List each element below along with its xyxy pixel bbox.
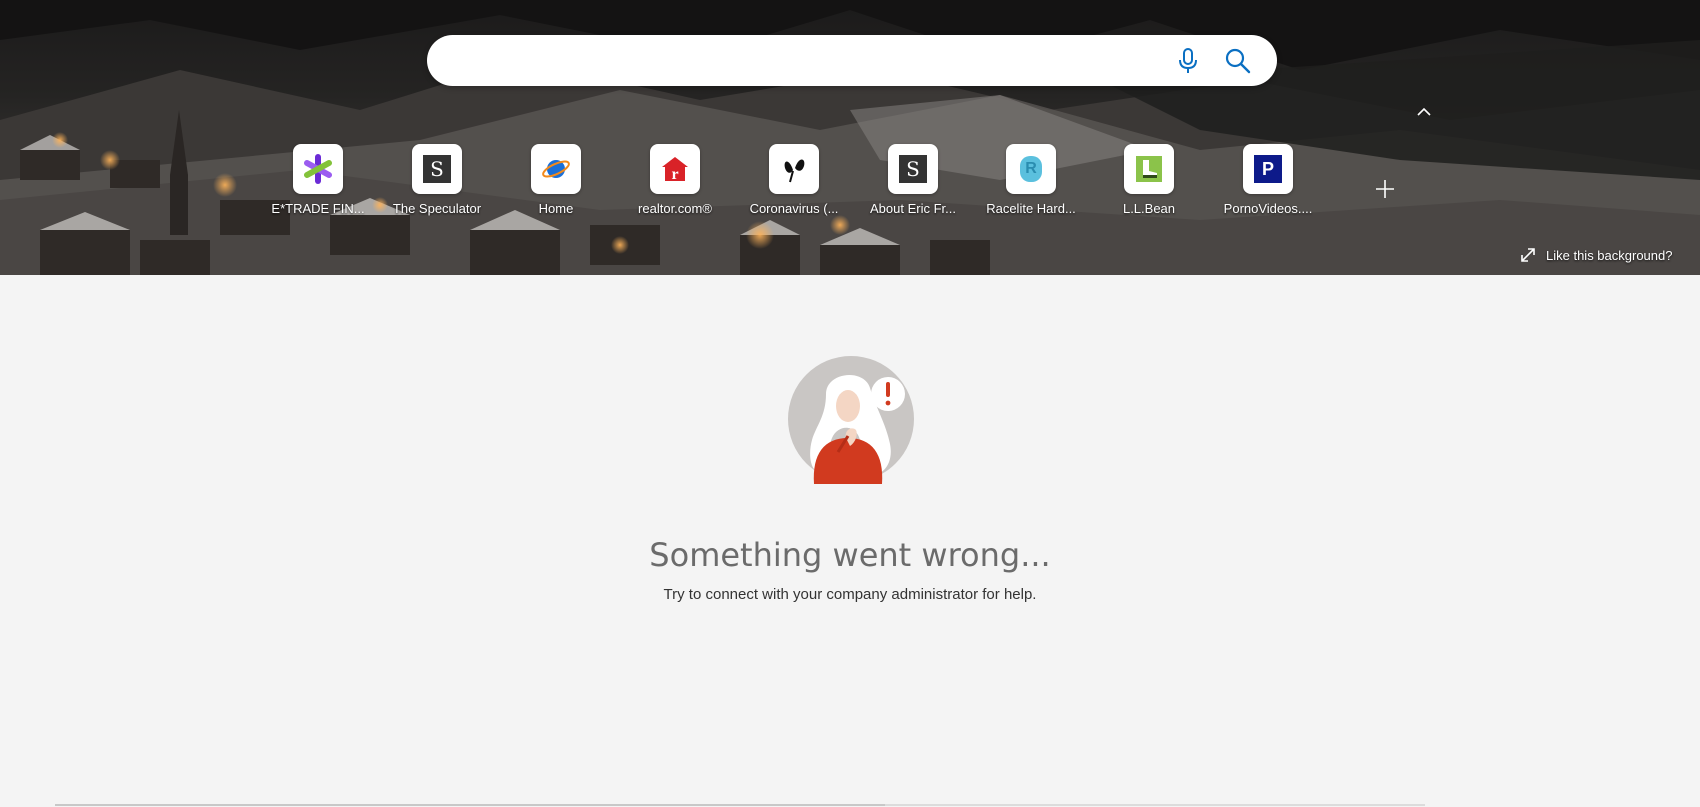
quick-link-the-speculator[interactable]: S The Speculator <box>385 144 489 224</box>
error-illustration <box>788 356 914 484</box>
search-icon[interactable] <box>1224 47 1252 75</box>
like-background-link[interactable]: Like this background? <box>1520 244 1672 266</box>
error-subtitle: Try to connect with your company adminis… <box>663 586 1037 603</box>
etrade-icon <box>293 144 343 194</box>
add-site-icon[interactable] <box>1371 175 1399 203</box>
search-input[interactable] <box>451 45 1151 76</box>
quick-link-label: PornoVideos.... <box>1223 201 1313 216</box>
quick-link-llbean[interactable]: L.L.Bean <box>1097 144 1201 224</box>
quick-link-label: The Speculator <box>392 201 482 216</box>
racelite-icon: R <box>1006 144 1056 194</box>
realtor-icon: r <box>650 144 700 194</box>
chevron-up-icon[interactable] <box>1410 100 1438 124</box>
quick-link-etrade[interactable]: E*TRADE FIN... <box>266 144 370 224</box>
quick-link-label: E*TRADE FIN... <box>271 201 365 216</box>
quick-link-label: L.L.Bean <box>1122 201 1176 216</box>
expand-icon <box>1521 248 1535 262</box>
quick-link-pornovideos[interactable]: P PornoVideos.... <box>1216 144 1320 224</box>
quick-link-label: Home <box>538 201 574 216</box>
quick-link-label: Racelite Hard... <box>986 201 1076 216</box>
search-bar[interactable] <box>427 35 1277 86</box>
planet-icon <box>531 144 581 194</box>
quick-link-racelite[interactable]: R Racelite Hard... <box>979 144 1083 224</box>
bottom-divider <box>55 804 885 806</box>
svg-text:r: r <box>671 166 678 183</box>
quick-links: E*TRADE FIN... S The Speculator Home r r… <box>0 144 1700 224</box>
letter-s-icon: S <box>888 144 938 194</box>
bottom-divider <box>885 804 1425 806</box>
letter-p-icon: P <box>1243 144 1293 194</box>
quick-link-about-eric[interactable]: S About Eric Fr... <box>861 144 965 224</box>
quick-link-coronavirus[interactable]: Coronavirus (... <box>742 144 846 224</box>
microphone-icon[interactable] <box>1175 47 1201 75</box>
letter-s-icon: S <box>412 144 462 194</box>
like-background-label: Like this background? <box>1546 247 1673 263</box>
quick-link-realtor[interactable]: r realtor.com® <box>623 144 727 224</box>
quick-link-home[interactable]: Home <box>504 144 608 224</box>
quick-link-label: realtor.com® <box>638 201 712 216</box>
boot-icon <box>1124 144 1174 194</box>
butterfly-icon <box>769 144 819 194</box>
quick-link-label: About Eric Fr... <box>870 201 956 216</box>
background-image: E*TRADE FIN... S The Speculator Home r r… <box>0 0 1700 275</box>
error-title: Something went wrong... <box>649 536 1051 574</box>
quick-link-label: Coronavirus (... <box>749 201 839 216</box>
